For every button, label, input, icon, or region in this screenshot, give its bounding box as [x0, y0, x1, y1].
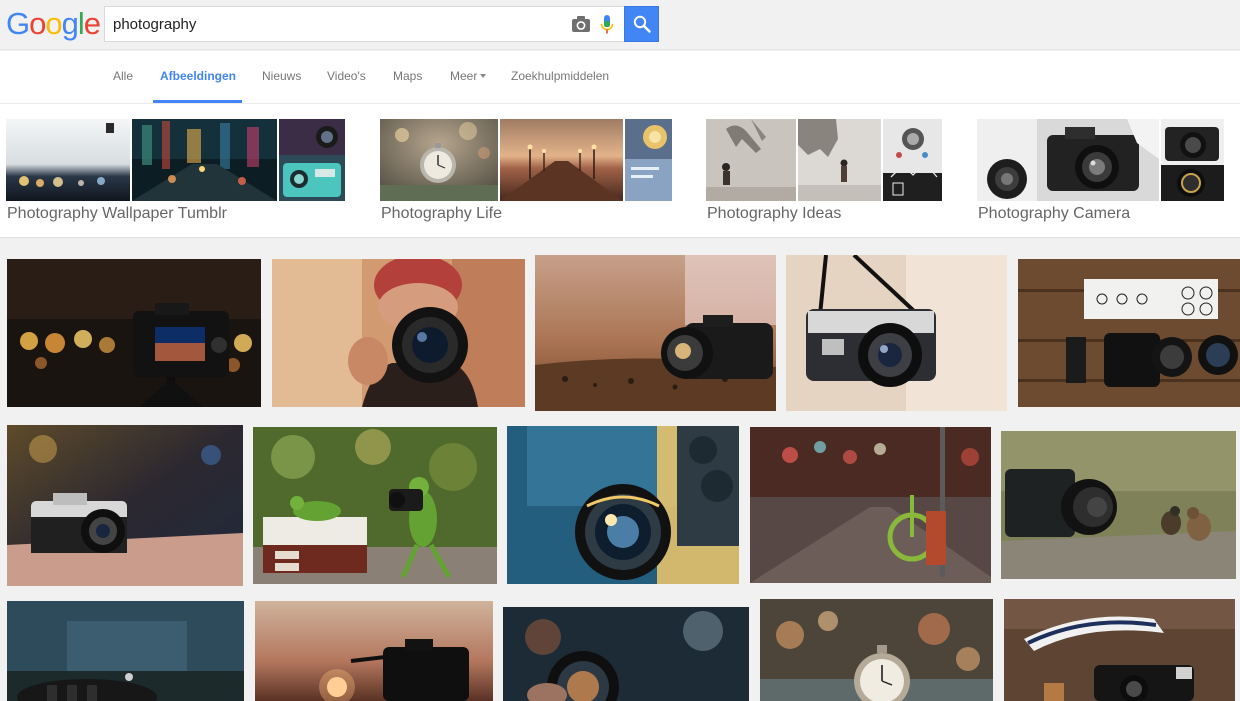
tab-more[interactable]: Meer [450, 51, 487, 103]
image-result[interactable] [786, 255, 1007, 411]
search-input[interactable] [113, 7, 553, 41]
related-search-label: Photography Ideas [707, 205, 842, 222]
related-image [625, 119, 672, 201]
result-image [255, 601, 493, 701]
related-image [1161, 119, 1224, 201]
related-image [132, 119, 277, 201]
result-image [760, 599, 993, 701]
related-image [798, 119, 881, 201]
logo-letter-g2: g [61, 6, 79, 41]
image-result[interactable] [1004, 599, 1235, 701]
image-result[interactable] [1001, 431, 1236, 579]
related-search-ideas[interactable]: Photography Ideas [706, 119, 942, 229]
related-image [380, 119, 498, 201]
image-result[interactable] [750, 427, 991, 583]
image-result[interactable] [7, 259, 261, 407]
camera-icon[interactable] [571, 15, 591, 33]
image-result[interactable] [7, 425, 243, 586]
result-image [272, 259, 525, 407]
result-image [750, 427, 991, 583]
google-logo[interactable]: Google [6, 6, 101, 42]
image-result[interactable] [535, 255, 776, 411]
related-search-label: Photography Life [381, 205, 502, 222]
result-image [1001, 431, 1236, 579]
image-result[interactable] [760, 599, 993, 701]
related-image [279, 119, 345, 201]
logo-letter-e: e [83, 6, 101, 41]
search-button[interactable] [624, 6, 659, 42]
tab-maps[interactable]: Maps [393, 51, 422, 103]
result-image [786, 255, 1007, 411]
related-search-wallpaper-tumblr[interactable]: Photography Wallpaper Tumblr [6, 119, 346, 229]
result-image [7, 601, 244, 701]
search-tabs: Alle Afbeeldingen Nieuws Video's Maps Me… [0, 51, 1240, 104]
image-result[interactable] [272, 259, 525, 407]
result-image [7, 259, 261, 407]
related-image [977, 119, 1159, 201]
image-result[interactable] [507, 426, 739, 584]
result-image [535, 255, 776, 411]
image-result[interactable] [1018, 259, 1240, 407]
image-result[interactable] [503, 607, 749, 701]
tab-more-label: Meer [450, 69, 478, 83]
search-box [104, 6, 625, 42]
related-search-camera[interactable]: Photography Camera [977, 119, 1225, 229]
logo-letter-g: G [6, 6, 30, 41]
related-searches: Photography Wallpaper Tumblr Photography… [0, 104, 1240, 238]
related-image [500, 119, 623, 201]
top-bar: Google [0, 0, 1240, 50]
related-search-label: Photography Camera [978, 205, 1131, 222]
tab-images[interactable]: Afbeeldingen [160, 51, 236, 103]
image-result[interactable] [7, 601, 244, 701]
image-results-grid [0, 239, 1240, 701]
related-image [706, 119, 796, 201]
result-image [503, 607, 749, 701]
tab-all[interactable]: Alle [113, 51, 133, 103]
logo-letter-o2: o [45, 6, 62, 41]
result-image [1004, 599, 1235, 701]
image-result[interactable] [253, 427, 497, 584]
search-icon [633, 15, 651, 33]
active-tab-indicator [153, 100, 242, 103]
related-image [883, 119, 942, 201]
result-image [253, 427, 497, 584]
result-image [507, 426, 739, 584]
chevron-down-icon [480, 74, 487, 78]
related-search-label: Photography Wallpaper Tumblr [7, 205, 227, 222]
microphone-icon[interactable] [599, 14, 615, 36]
logo-letter-o1: o [29, 6, 46, 41]
tab-search-tools[interactable]: Zoekhulpmiddelen [511, 51, 609, 103]
related-image [6, 119, 130, 201]
tab-news[interactable]: Nieuws [262, 51, 301, 103]
result-image [7, 425, 243, 586]
related-search-life[interactable]: Photography Life [380, 119, 672, 229]
image-result[interactable] [255, 601, 493, 701]
tab-videos[interactable]: Video's [327, 51, 366, 103]
result-image [1018, 259, 1240, 407]
